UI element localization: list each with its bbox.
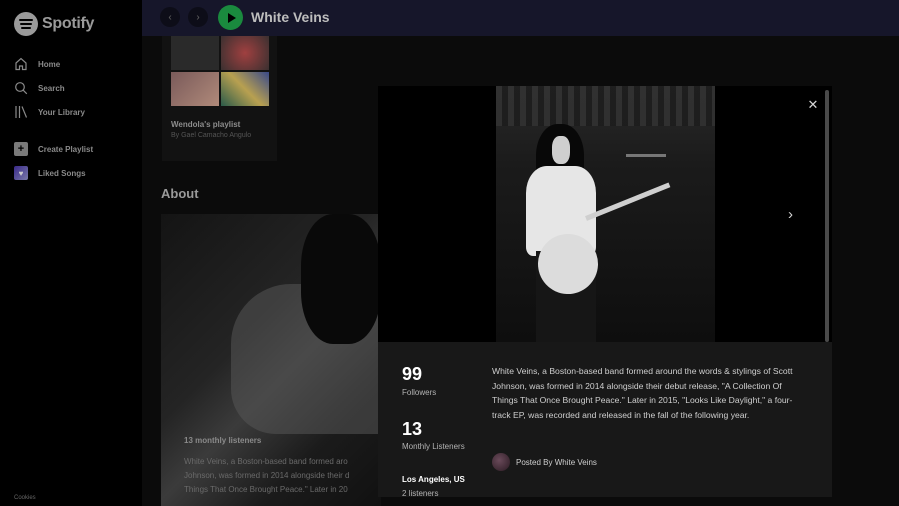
sidebar-item-label: Search [38,83,65,93]
chevron-right-icon: › [196,11,200,23]
playlist-card[interactable]: Wendola's playlist By Gael Camacho Angul… [162,36,277,161]
close-icon[interactable]: ✕ [807,98,819,111]
photo-gallery: ✕ › [378,86,832,342]
sidebar-item-library[interactable]: Your Library [14,105,85,119]
followers-count: 99 [402,364,423,384]
sidebar: Spotify Home Search Your Library + Creat… [0,0,142,506]
search-icon [14,81,28,95]
artist-photo [496,86,715,342]
forward-button[interactable]: › [188,7,208,27]
artist-title: White Veins [251,9,330,25]
top-bar: ‹ › White Veins [142,0,899,36]
scrollbar[interactable] [825,90,829,342]
about-heading: About [161,186,199,201]
monthly-listeners-label: Monthly Listeners [402,442,465,451]
playlist-title: Wendola's playlist [171,120,241,129]
logo-text: Spotify [42,15,95,32]
chevron-left-icon: ‹ [168,11,172,23]
playlist-art [171,72,219,106]
spotify-icon [14,12,38,36]
home-icon [14,57,28,71]
create-playlist-button[interactable]: + Create Playlist [14,142,93,156]
sidebar-item-home[interactable]: Home [14,57,60,71]
sidebar-item-label: Liked Songs [38,168,86,178]
play-button[interactable] [218,5,243,30]
sidebar-item-search[interactable]: Search [14,81,65,95]
playlist-art [221,36,269,70]
chevron-right-icon[interactable]: › [788,206,793,223]
artist-bio: White Veins, a Boston-based band formed … [492,366,793,420]
heart-icon: ♥ [14,166,28,180]
about-bio: White Veins, a Boston-based band formed … [184,457,350,494]
library-icon [14,105,28,119]
followers-label: Followers [402,388,437,397]
location-city: Los Angeles, US [402,475,465,484]
about-monthly-listeners: 13 monthly listeners [184,436,262,445]
liked-songs-button[interactable]: ♥ Liked Songs [14,166,86,180]
monthly-listeners-count: 13 [402,419,423,439]
playlist-subtitle: By Gael Camacho Angulo [171,132,252,139]
back-button[interactable]: ‹ [160,7,180,27]
cookies-link[interactable]: Cookies [14,495,36,501]
artist-about-modal: ✕ › 99 Followers 13 Monthly Listeners Lo… [378,86,832,497]
plus-icon: + [14,142,28,156]
playlist-art [221,72,269,106]
posted-by-label: Posted By White Veins [516,457,597,467]
location-listeners: 2 listeners [402,489,439,497]
playlist-art [171,36,219,70]
sidebar-item-label: Home [38,59,61,69]
sidebar-item-label: Create Playlist [38,144,94,154]
posted-by[interactable]: Posted By White Veins [492,453,597,471]
play-icon [227,12,236,23]
spotify-logo[interactable]: Spotify [14,12,94,36]
avatar [492,453,510,471]
sidebar-item-label: Your Library [38,107,85,117]
